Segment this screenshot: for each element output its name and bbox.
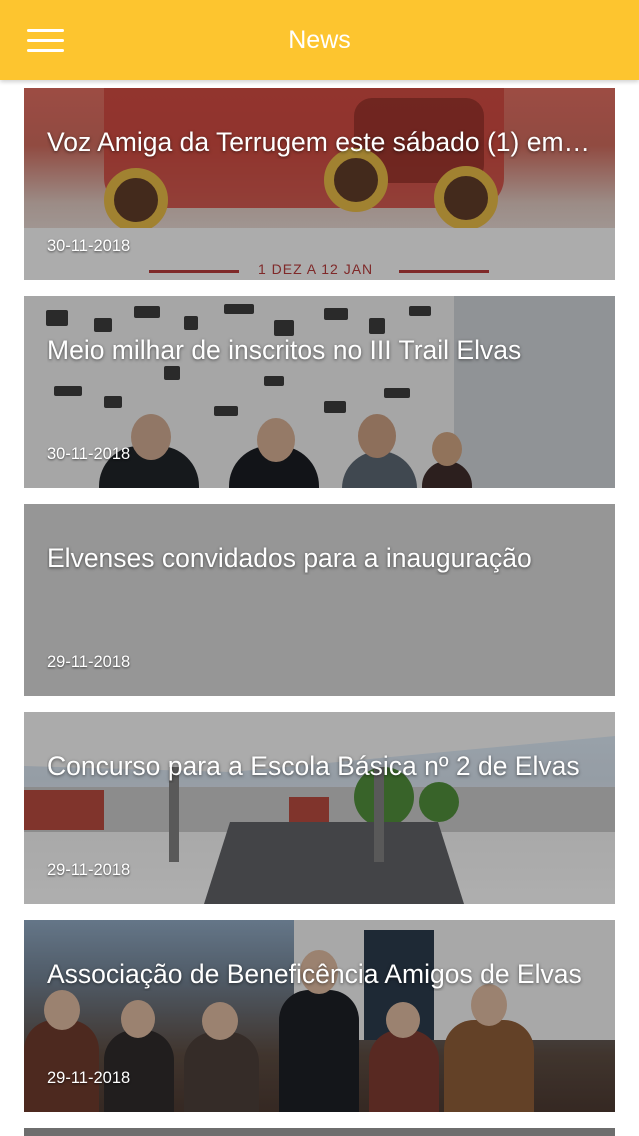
news-title: Voz Amiga da Terrugem este sábado (1) em… [47,127,595,157]
news-card[interactable]: Concurso para a Escola Básica nº 2 de El… [24,712,615,904]
news-date: 29-11-2018 [47,653,131,671]
news-title: Associação de Beneficência Amigos de Elv… [47,959,582,989]
news-card[interactable]: 1 DEZ A 12 JAN Voz Amiga da Terrugem est… [24,88,615,280]
app-header: News [0,0,639,80]
news-title: Concurso para a Escola Básica nº 2 de El… [47,751,580,781]
news-card[interactable]: Meio milhar de inscritos no III Trail El… [24,296,615,488]
news-screen: News 1 DEZ A 12 JAN Voz Amiga da Terruge… [0,0,639,1136]
news-title: Meio milhar de inscritos no III Trail El… [47,335,522,365]
news-card[interactable] [24,1128,615,1136]
news-image [24,1128,615,1136]
news-card[interactable]: Associação de Beneficência Amigos de Elv… [24,920,615,1112]
news-title: Elvenses convidados para a inauguração [47,543,532,573]
news-date: 30-11-2018 [47,445,131,463]
news-card[interactable]: Elvenses convidados para a inauguração 2… [24,504,615,696]
page-title: News [288,26,351,54]
news-list[interactable]: 1 DEZ A 12 JAN Voz Amiga da Terrugem est… [0,80,639,1136]
news-date: 29-11-2018 [47,861,131,879]
news-date: 29-11-2018 [47,1069,131,1087]
news-date: 30-11-2018 [47,237,131,255]
